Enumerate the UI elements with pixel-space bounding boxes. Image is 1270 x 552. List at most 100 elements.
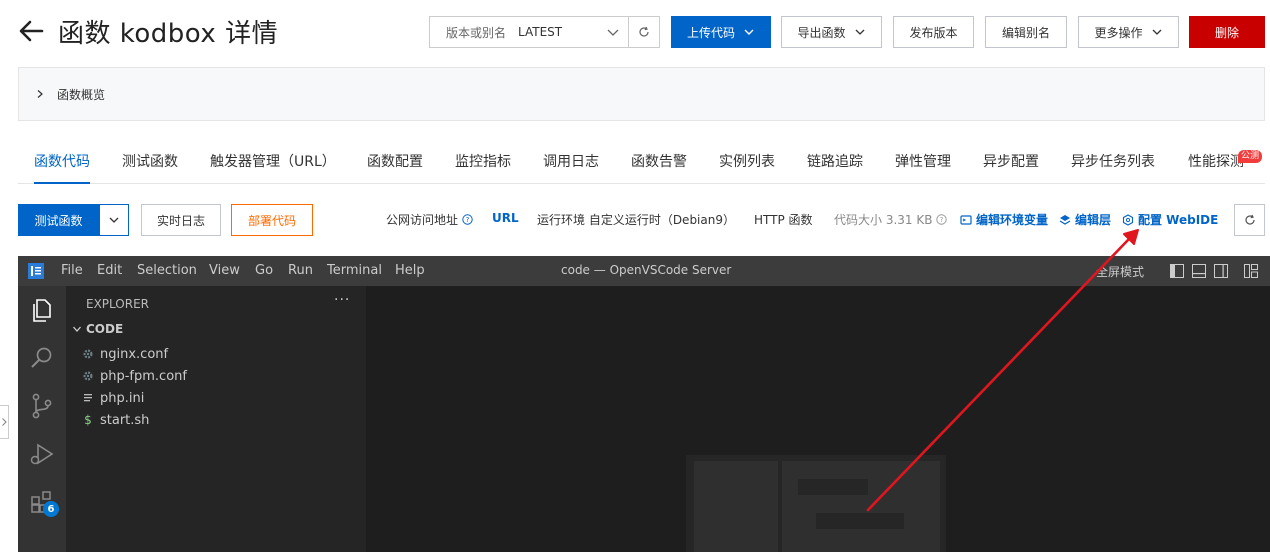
- explorer-more-icon[interactable]: ···: [334, 292, 350, 308]
- help-icon[interactable]: ?: [936, 214, 948, 225]
- test-function-dropdown[interactable]: [99, 204, 129, 236]
- svg-text:?: ?: [466, 216, 470, 224]
- menu-selection[interactable]: Selection: [137, 263, 197, 278]
- help-icon[interactable]: ?: [462, 214, 473, 225]
- menu-view[interactable]: View: [209, 263, 240, 278]
- tab-function-alerts[interactable]: 函数告警: [631, 142, 687, 184]
- more-actions-label: 更多操作: [1094, 25, 1143, 40]
- file-start-sh[interactable]: $ start.sh: [82, 409, 149, 431]
- chevron-down-icon: [744, 29, 754, 35]
- menu-terminal[interactable]: Terminal: [327, 263, 382, 278]
- tab-function-config[interactable]: 函数配置: [367, 142, 423, 184]
- tab-performance-probe[interactable]: 性能探测: [1188, 142, 1244, 184]
- config-webide-link[interactable]: 配置 WebIDE: [1122, 211, 1218, 228]
- public-url-label: 公网访问地址: [386, 213, 459, 227]
- tab-tracing[interactable]: 链路追踪: [807, 142, 863, 184]
- run-debug-icon[interactable]: [28, 440, 56, 468]
- runtime-info: 运行环境 自定义运行时（Debian9）: [537, 211, 735, 228]
- runtime-text: 运行环境 自定义运行时（Debian9）: [537, 213, 735, 227]
- toggle-sidebar-icon[interactable]: [1170, 264, 1184, 278]
- upload-code-label: 上传代码: [686, 25, 735, 40]
- customize-layout-icon[interactable]: [1244, 264, 1258, 278]
- version-refresh-button[interactable]: [628, 16, 660, 48]
- back-arrow-icon[interactable]: [18, 18, 44, 44]
- toggle-secondary-sidebar-icon[interactable]: [1214, 264, 1228, 278]
- fullscreen-button[interactable]: 全屏模式: [1096, 263, 1144, 280]
- http-function-info: HTTP 函数: [754, 211, 813, 228]
- folder-code[interactable]: CODE: [72, 322, 123, 336]
- test-function-button[interactable]: 测试函数: [18, 204, 99, 236]
- toggle-panel-icon[interactable]: [1192, 264, 1206, 278]
- export-function-label: 导出函数: [797, 25, 846, 40]
- env-variable-icon: [960, 214, 972, 225]
- version-select-label: 版本或别名: [446, 25, 507, 40]
- file-php-ini[interactable]: php.ini: [82, 387, 144, 409]
- tab-trigger-management[interactable]: 触发器管理（URL）: [210, 142, 336, 184]
- tab-async-task-list[interactable]: 异步任务列表: [1071, 142, 1155, 184]
- refresh-icon: [1244, 214, 1255, 225]
- chevron-down-icon: [73, 326, 81, 332]
- realtime-log-button[interactable]: 实时日志: [141, 204, 221, 236]
- settings-hex-icon: [1122, 213, 1134, 226]
- file-php-fpm-conf[interactable]: php-fpm.conf: [82, 365, 187, 387]
- tab-elastic-management[interactable]: 弹性管理: [895, 142, 951, 184]
- url-link[interactable]: URL: [492, 211, 519, 225]
- export-function-button[interactable]: 导出函数: [781, 16, 882, 48]
- side-panel-handle[interactable]: [0, 405, 9, 439]
- chevron-down-icon: [607, 29, 619, 36]
- edit-alias-button[interactable]: 编辑别名: [985, 16, 1067, 48]
- more-actions-button[interactable]: 更多操作: [1078, 16, 1179, 48]
- menu-run[interactable]: Run: [288, 263, 313, 278]
- edit-layer-link[interactable]: 编辑层: [1059, 211, 1111, 228]
- window-title: code — OpenVSCode Server: [561, 263, 732, 277]
- menu-go[interactable]: Go: [255, 263, 273, 278]
- editor-area[interactable]: [366, 286, 1270, 552]
- tab-async-config[interactable]: 异步配置: [983, 142, 1039, 184]
- menu-file[interactable]: File: [61, 263, 83, 278]
- url-link-text: URL: [492, 211, 519, 225]
- chevron-right-icon: [37, 90, 43, 98]
- deploy-code-button[interactable]: 部署代码: [231, 204, 313, 236]
- folder-name: CODE: [86, 322, 124, 336]
- upload-code-button[interactable]: 上传代码: [671, 16, 771, 48]
- gear-icon: [83, 349, 93, 359]
- function-overview-panel[interactable]: 函数概览: [18, 67, 1265, 121]
- tab-invocation-logs[interactable]: 调用日志: [543, 142, 599, 184]
- test-function-split-button: 测试函数: [18, 204, 129, 236]
- vscode-logo-icon: [28, 263, 44, 279]
- edit-layer-text: 编辑层: [1075, 213, 1112, 227]
- layers-icon: [1059, 214, 1071, 225]
- file-name: php.ini: [100, 390, 145, 406]
- config-webide-text: 配置 WebIDE: [1138, 213, 1219, 227]
- explorer-title: EXPLORER: [86, 297, 149, 311]
- file-nginx-conf[interactable]: nginx.conf: [82, 343, 168, 365]
- search-icon[interactable]: [28, 344, 56, 372]
- version-select-value: LATEST: [518, 25, 563, 39]
- edit-alias-label: 编辑别名: [1001, 25, 1050, 40]
- tab-instance-list[interactable]: 实例列表: [719, 142, 775, 184]
- delete-button[interactable]: 删除: [1189, 16, 1265, 48]
- tab-function-code[interactable]: 函数代码: [34, 142, 90, 184]
- file-name: php-fpm.conf: [100, 368, 187, 384]
- publish-version-button[interactable]: 发布版本: [893, 16, 974, 48]
- vscode-watermark-icon: [686, 455, 946, 552]
- page-title: 函数 kodbox 详情: [58, 19, 279, 49]
- delete-label: 删除: [1214, 25, 1239, 40]
- version-alias-select[interactable]: 版本或别名 LATEST: [429, 16, 629, 48]
- explorer-files-icon[interactable]: [28, 296, 56, 324]
- tab-monitoring[interactable]: 监控指标: [455, 142, 511, 184]
- webide-refresh-button[interactable]: [1234, 204, 1265, 236]
- code-toolbar: 测试函数 实时日志 部署代码 公网访问地址 ? URL 运行环境 自定义运行时（…: [18, 204, 1265, 236]
- beta-badge: 公测: [1238, 150, 1263, 163]
- source-control-icon[interactable]: [28, 392, 56, 420]
- edit-env-link[interactable]: 编辑环境变量: [960, 211, 1048, 228]
- menu-edit[interactable]: Edit: [97, 263, 122, 278]
- chevron-down-icon: [855, 29, 864, 35]
- page-header: 函数 kodbox 详情 版本或别名 LATEST 上传代码 导出函数 发布版本…: [0, 0, 1270, 62]
- extensions-count-badge: 6: [43, 501, 59, 517]
- tab-test-function[interactable]: 测试函数: [122, 142, 178, 184]
- refresh-icon: [639, 26, 649, 37]
- edit-env-text: 编辑环境变量: [976, 213, 1049, 227]
- menu-help[interactable]: Help: [395, 263, 425, 278]
- chevron-down-icon: [1152, 29, 1161, 35]
